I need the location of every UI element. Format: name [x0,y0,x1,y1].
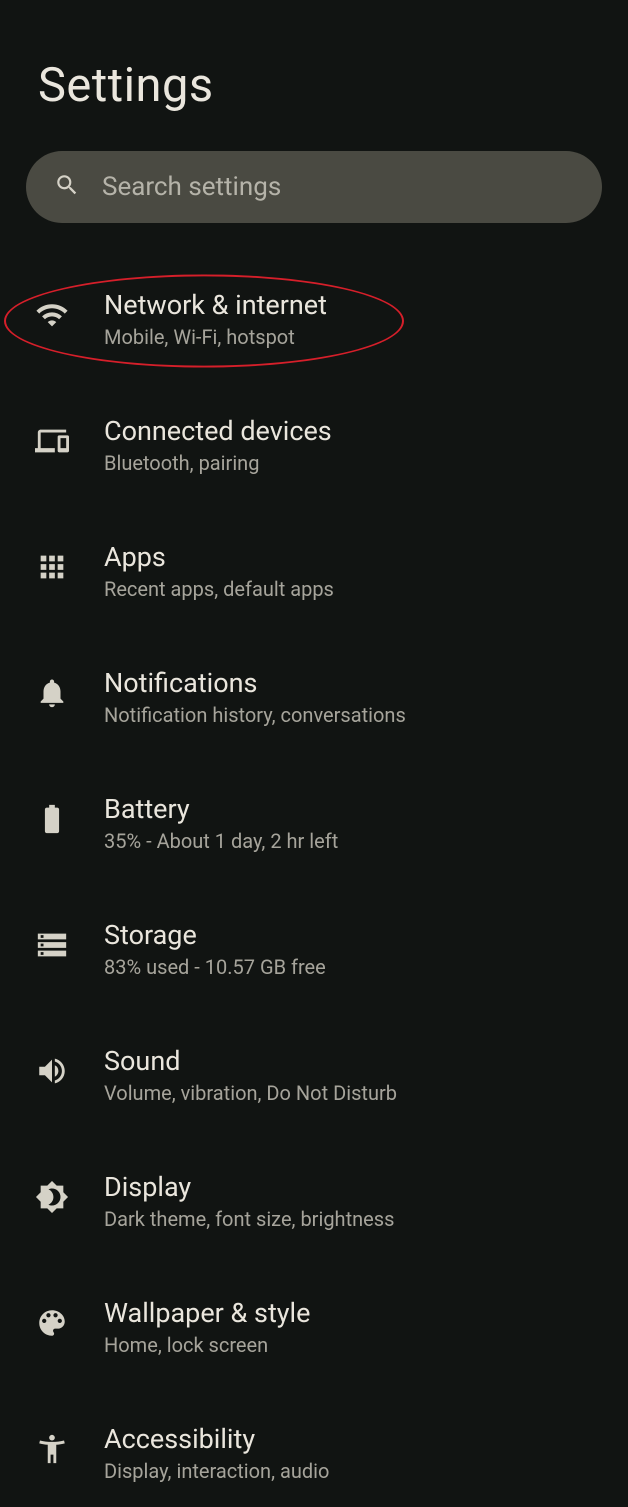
item-text: Wallpaper & style Home, lock screen [104,1297,310,1357]
item-title: Sound [104,1045,397,1077]
item-title: Accessibility [104,1423,329,1455]
settings-item-wallpaper[interactable]: Wallpaper & style Home, lock screen [0,1273,628,1381]
volume-icon [28,1047,76,1095]
settings-item-battery[interactable]: Battery 35% - About 1 day, 2 hr left [0,769,628,877]
item-subtitle: Volume, vibration, Do Not Disturb [104,1081,397,1105]
battery-icon [28,795,76,843]
settings-item-storage[interactable]: Storage 83% used - 10.57 GB free [0,895,628,1003]
item-subtitle: Notification history, conversations [104,703,406,727]
settings-item-apps[interactable]: Apps Recent apps, default apps [0,517,628,625]
apps-icon [28,543,76,591]
devices-icon [28,417,76,465]
item-text: Display Dark theme, font size, brightnes… [104,1171,394,1231]
brightness-icon [28,1173,76,1221]
search-placeholder: Search settings [102,172,281,202]
item-title: Battery [104,793,338,825]
item-text: Storage 83% used - 10.57 GB free [104,919,326,979]
settings-list: Network & internet Mobile, Wi-Fi, hotspo… [0,245,628,1507]
settings-item-sound[interactable]: Sound Volume, vibration, Do Not Disturb [0,1021,628,1129]
settings-item-connected-devices[interactable]: Connected devices Bluetooth, pairing [0,391,628,499]
item-title: Storage [104,919,326,951]
wifi-icon [28,291,76,339]
item-title: Wallpaper & style [104,1297,310,1329]
settings-item-notifications[interactable]: Notifications Notification history, conv… [0,643,628,751]
item-subtitle: Dark theme, font size, brightness [104,1207,394,1231]
item-subtitle: 83% used - 10.57 GB free [104,955,326,979]
search-input[interactable]: Search settings [26,151,602,223]
search-icon [54,172,80,202]
item-subtitle: Bluetooth, pairing [104,451,332,475]
item-text: Notifications Notification history, conv… [104,667,406,727]
item-text: Battery 35% - About 1 day, 2 hr left [104,793,338,853]
palette-icon [28,1299,76,1347]
item-subtitle: Home, lock screen [104,1333,310,1357]
settings-item-accessibility[interactable]: Accessibility Display, interaction, audi… [0,1399,628,1507]
item-subtitle: Mobile, Wi-Fi, hotspot [104,325,327,349]
header: Settings [0,0,628,143]
accessibility-icon [28,1425,76,1473]
item-text: Sound Volume, vibration, Do Not Disturb [104,1045,397,1105]
bell-icon [28,669,76,717]
item-subtitle: Display, interaction, audio [104,1459,329,1483]
item-title: Connected devices [104,415,332,447]
item-subtitle: 35% - About 1 day, 2 hr left [104,829,338,853]
settings-item-display[interactable]: Display Dark theme, font size, brightnes… [0,1147,628,1255]
item-title: Notifications [104,667,406,699]
item-title: Display [104,1171,394,1203]
storage-icon [28,921,76,969]
item-text: Apps Recent apps, default apps [104,541,334,601]
item-text: Connected devices Bluetooth, pairing [104,415,332,475]
item-title: Apps [104,541,334,573]
item-text: Accessibility Display, interaction, audi… [104,1423,329,1483]
page-title: Settings [38,58,590,113]
item-title: Network & internet [104,289,327,321]
settings-item-network[interactable]: Network & internet Mobile, Wi-Fi, hotspo… [0,265,628,373]
item-subtitle: Recent apps, default apps [104,577,334,601]
item-text: Network & internet Mobile, Wi-Fi, hotspo… [104,289,327,349]
